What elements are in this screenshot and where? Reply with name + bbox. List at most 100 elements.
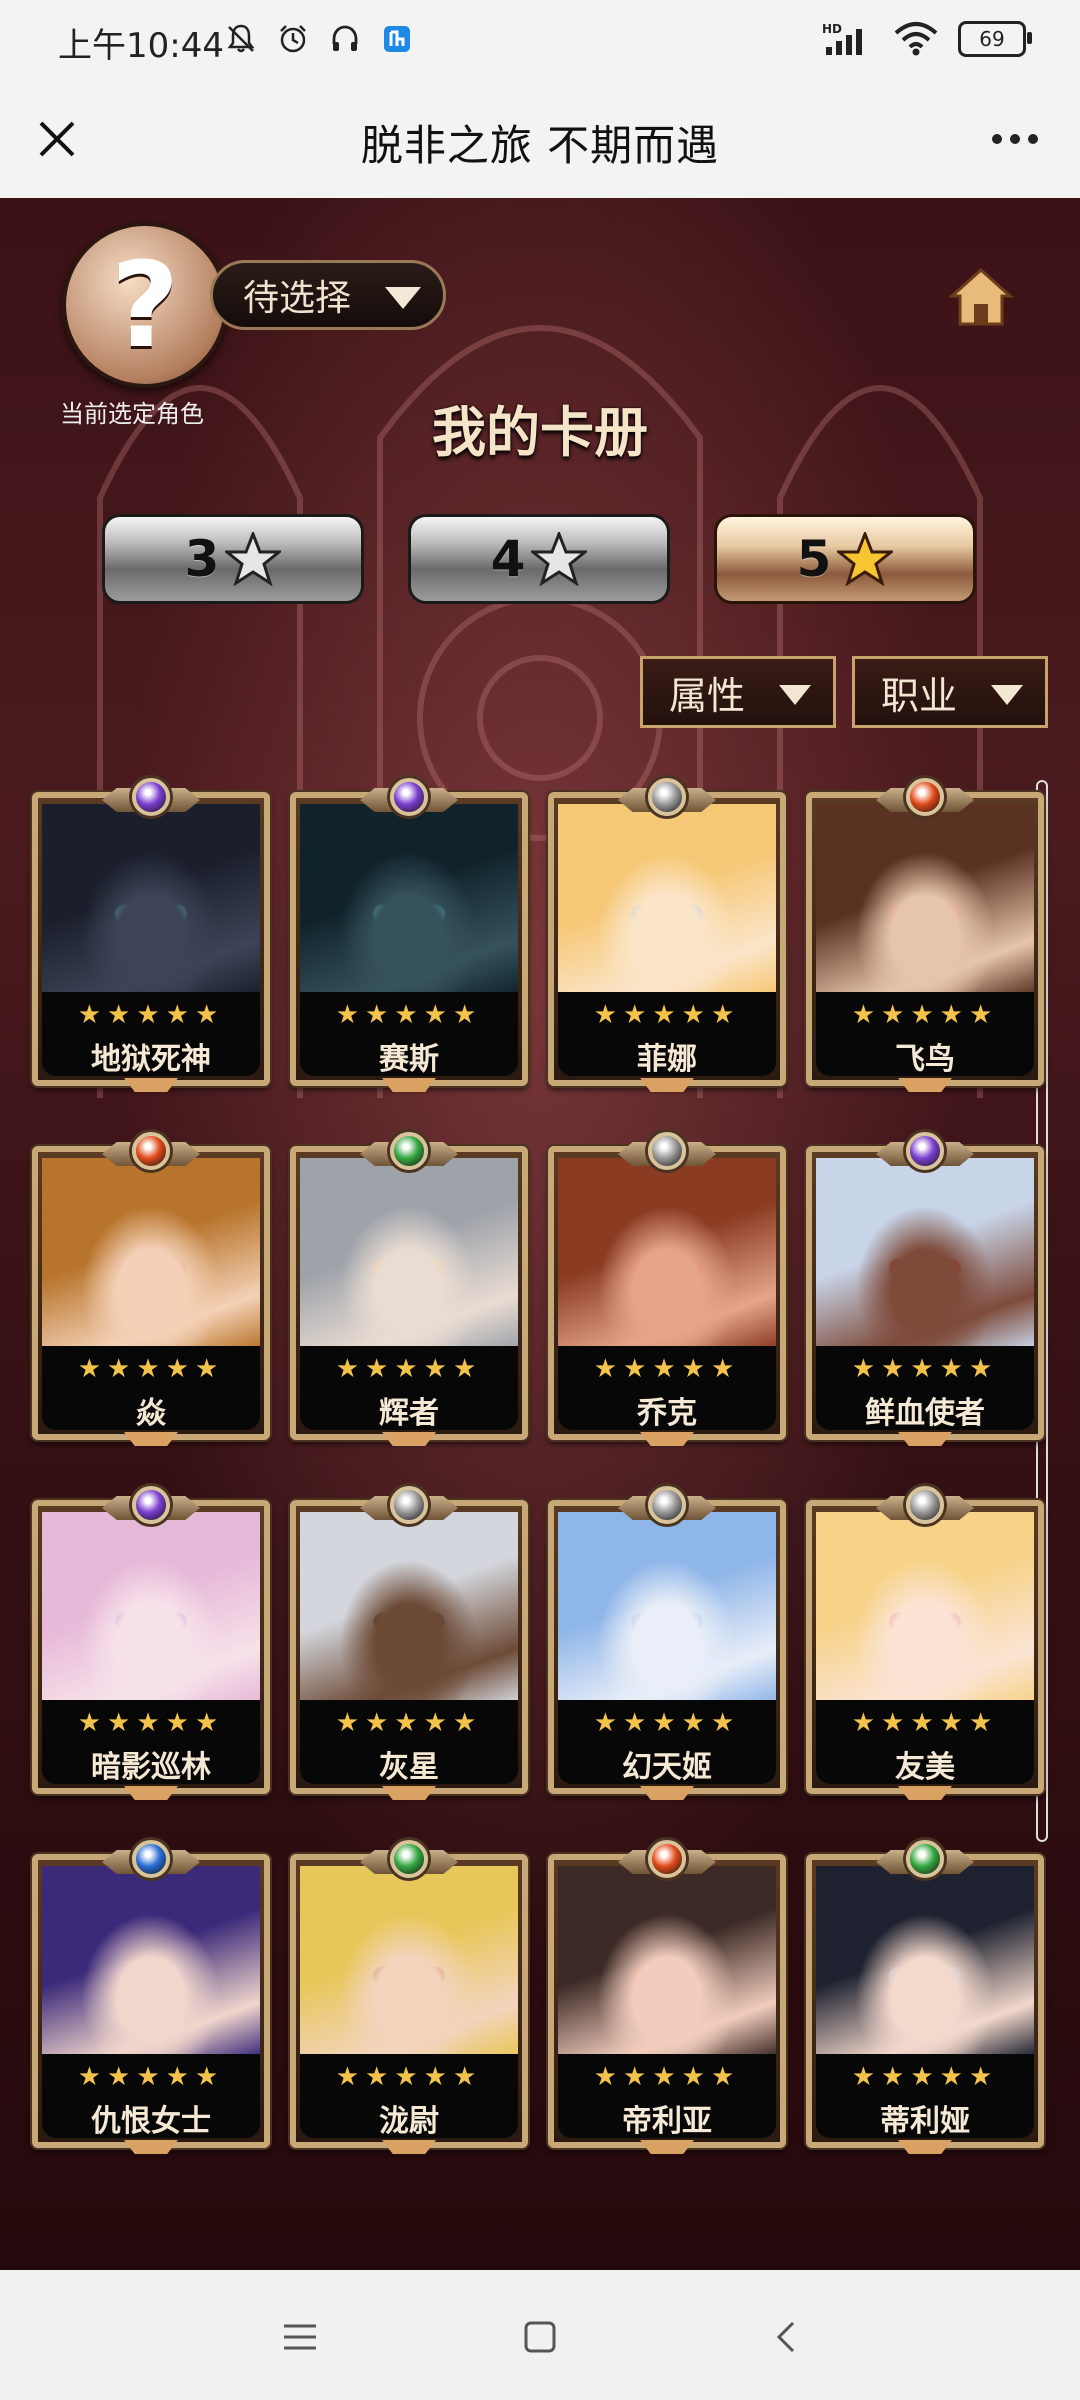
card-foot-ornament: [382, 1432, 436, 1446]
card-foot-ornament: [124, 1078, 178, 1092]
title-bar: 脱非之旅 不期而遇: [0, 80, 1080, 198]
profession-filter-dropdown[interactable]: 职业: [852, 656, 1048, 728]
character-card[interactable]: ★★★★★ 灰星: [290, 1486, 528, 1802]
more-icon-dot: [1028, 134, 1038, 144]
card-info-panel: ★★★★★ 赛斯: [300, 992, 518, 1077]
character-card[interactable]: ★★★★★ 地狱死神: [32, 778, 270, 1094]
silent-bell-icon: [222, 20, 260, 58]
tab-4-star[interactable]: 4: [408, 514, 670, 604]
character-portrait: [300, 1866, 518, 2056]
star-icon: [225, 532, 282, 586]
element-gem-icon: [906, 1132, 944, 1170]
question-mark-icon: ?: [110, 236, 180, 374]
profession-filter-label: 职业: [881, 673, 958, 718]
more-icon: [992, 134, 1002, 144]
card-name: 暗影巡林: [91, 1750, 211, 1785]
character-card[interactable]: ★★★★★ 友美: [806, 1486, 1044, 1802]
system-nav-bar: [0, 2270, 1080, 2400]
card-rating-stars: ★★★★★: [851, 1354, 999, 1384]
card-name: 乔克: [637, 1396, 697, 1431]
element-gem-icon: [390, 1840, 428, 1878]
element-gem-icon: [648, 1486, 686, 1524]
tab-3-star[interactable]: 3: [102, 514, 364, 604]
element-gem-icon: [648, 1132, 686, 1170]
element-gem-icon: [132, 778, 170, 816]
battery-indicator: 69: [958, 21, 1032, 57]
character-portrait: [816, 1158, 1034, 1348]
character-card[interactable]: ★★★★★ 乔克: [548, 1132, 786, 1448]
element-gem-icon: [132, 1840, 170, 1878]
card-name: 灰星: [379, 1750, 439, 1785]
card-info-panel: ★★★★★ 辉者: [300, 1346, 518, 1431]
character-card[interactable]: ★★★★★ 仇恨女士: [32, 1840, 270, 2156]
card-name: 鲜血使者: [865, 1396, 985, 1431]
status-time: 上午10:44: [58, 26, 224, 66]
character-portrait: [42, 804, 260, 994]
character-portrait: [42, 1512, 260, 1702]
tab-3-star-label: 3: [184, 530, 220, 588]
card-rating-stars: ★★★★★: [593, 2062, 741, 2092]
character-card[interactable]: ★★★★★ 泷尉: [290, 1840, 528, 2156]
card-foot-ornament: [640, 1078, 694, 1092]
current-character-avatar[interactable]: ?: [62, 222, 228, 388]
card-rating-stars: ★★★★★: [851, 1708, 999, 1738]
page-title: 脱非之旅 不期而遇: [360, 121, 720, 170]
tab-5-star[interactable]: 5: [714, 514, 976, 604]
element-gem-icon: [132, 1486, 170, 1524]
card-name: 赛斯: [379, 1042, 439, 1077]
more-icon-dot: [1010, 134, 1020, 144]
home-button[interactable]: [948, 266, 1014, 328]
card-foot-ornament: [640, 2140, 694, 2154]
character-card[interactable]: ★★★★★ 赛斯: [290, 778, 528, 1094]
card-info-panel: ★★★★★ 仇恨女士: [42, 2054, 260, 2139]
character-card[interactable]: ★★★★★ 菲娜: [548, 778, 786, 1094]
card-name: 飞鸟: [895, 1042, 955, 1077]
card-rating-stars: ★★★★★: [335, 2062, 483, 2092]
character-card[interactable]: ★★★★★ 鲜血使者: [806, 1132, 1044, 1448]
character-portrait: [558, 1866, 776, 2056]
character-card[interactable]: ★★★★★ 焱: [32, 1132, 270, 1448]
card-info-panel: ★★★★★ 飞鸟: [816, 992, 1034, 1077]
more-options-button[interactable]: [980, 110, 1050, 168]
back-nav-button[interactable]: [756, 2310, 816, 2364]
card-foot-ornament: [124, 1786, 178, 1800]
card-name: 友美: [895, 1750, 955, 1785]
attribute-filter-dropdown[interactable]: 属性: [640, 656, 836, 728]
element-gem-icon: [390, 778, 428, 816]
character-card[interactable]: ★★★★★ 辉者: [290, 1132, 528, 1448]
card-name: 帝利亚: [622, 2104, 712, 2139]
card-info-panel: ★★★★★ 友美: [816, 1700, 1034, 1785]
recent-apps-button[interactable]: [270, 2310, 330, 2364]
card-name: 仇恨女士: [91, 2104, 211, 2139]
card-rating-stars: ★★★★★: [851, 2062, 999, 2092]
card-info-panel: ★★★★★ 乔克: [558, 1346, 776, 1431]
card-foot-ornament: [640, 1786, 694, 1800]
chevron-down-icon: [385, 287, 421, 309]
home-nav-button[interactable]: [510, 2310, 570, 2364]
card-rating-stars: ★★★★★: [77, 1354, 225, 1384]
card-info-panel: ★★★★★ 鲜血使者: [816, 1346, 1034, 1431]
card-foot-ornament: [640, 1432, 694, 1446]
element-gem-icon: [906, 1840, 944, 1878]
character-card[interactable]: ★★★★★ 帝利亚: [548, 1840, 786, 2156]
card-name: 菲娜: [637, 1042, 697, 1077]
character-card[interactable]: ★★★★★ 飞鸟: [806, 778, 1044, 1094]
card-foot-ornament: [382, 2140, 436, 2154]
card-rating-stars: ★★★★★: [335, 1708, 483, 1738]
card-rating-stars: ★★★★★: [77, 2062, 225, 2092]
chevron-down-icon: [779, 685, 811, 705]
character-select-dropdown[interactable]: 待选择: [210, 260, 446, 330]
character-portrait: [558, 804, 776, 994]
chevron-down-icon: [991, 685, 1023, 705]
character-portrait: [816, 804, 1034, 994]
character-card[interactable]: ★★★★★ 暗影巡林: [32, 1486, 270, 1802]
character-portrait: [42, 1866, 260, 2056]
wifi-icon: [892, 20, 940, 58]
card-rating-stars: ★★★★★: [335, 1000, 483, 1030]
character-card[interactable]: ★★★★★ 蒂利娅: [806, 1840, 1044, 2156]
card-info-panel: ★★★★★ 帝利亚: [558, 2054, 776, 2139]
home-icon: [948, 267, 1014, 326]
element-gem-icon: [648, 778, 686, 816]
character-card[interactable]: ★★★★★ 幻天姬: [548, 1486, 786, 1802]
card-name: 辉者: [379, 1396, 439, 1431]
